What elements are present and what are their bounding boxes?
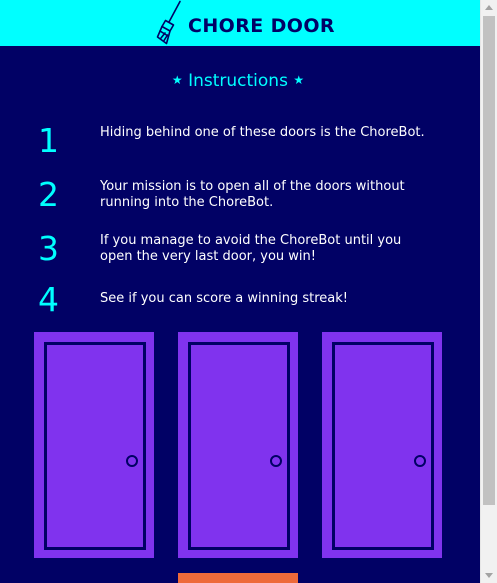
door-knob-icon <box>270 455 282 467</box>
star-icon: ★ <box>293 73 305 87</box>
step-text: If you manage to avoid the ChoreBot unti… <box>100 233 402 264</box>
door-knob-icon <box>126 455 138 467</box>
door-1[interactable] <box>34 332 154 558</box>
door-panel <box>44 342 146 550</box>
step-text: Your mission is to open all of the doors… <box>100 179 405 210</box>
step-number: 2 <box>38 175 59 214</box>
broom-icon <box>156 0 181 45</box>
door-3[interactable] <box>322 332 442 558</box>
step-number: 4 <box>38 280 59 319</box>
door-2[interactable] <box>178 332 298 558</box>
scroll-up-arrow-icon[interactable] <box>485 5 493 10</box>
step-number: 3 <box>38 229 59 268</box>
start-button[interactable] <box>178 573 298 583</box>
scroll-down-arrow-icon[interactable] <box>485 573 493 578</box>
step-number: 1 <box>38 121 59 160</box>
door-knob-icon <box>414 455 426 467</box>
step-text: Hiding behind one of these doors is the … <box>100 125 425 140</box>
scroll-thumb[interactable] <box>483 16 495 505</box>
instructions-heading: Instructions <box>188 71 288 91</box>
game-page: CHORE DOOR ★ Instructions ★ 1 Hiding beh… <box>0 0 480 583</box>
step-text: See if you can score a winning streak! <box>100 291 348 306</box>
instructions-heading-row: ★ Instructions ★ <box>0 70 476 92</box>
header-bar: CHORE DOOR <box>0 0 480 47</box>
door-panel <box>188 342 290 550</box>
app-title: CHORE DOOR <box>188 15 335 37</box>
door-panel <box>332 342 434 550</box>
star-icon: ★ <box>171 73 183 87</box>
vertical-scrollbar[interactable] <box>480 0 497 583</box>
